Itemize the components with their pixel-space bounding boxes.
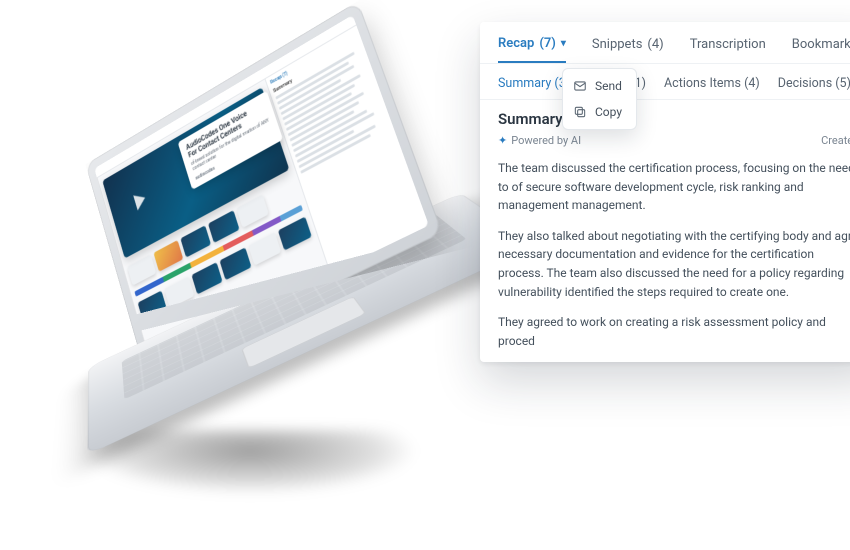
menu-send[interactable]: Send — [563, 73, 636, 99]
copy-icon — [573, 105, 587, 119]
play-icon[interactable] — [133, 190, 147, 210]
summary-paragraph: The team discussed the certification pro… — [498, 159, 850, 215]
subtab-action-items[interactable]: Actions Items (4) — [664, 76, 760, 99]
tab-snippets[interactable]: Snippets (4) — [592, 36, 664, 63]
primary-tabs: Recap (7) ▾ Snippets (4) Transcription B… — [480, 22, 850, 63]
tab-transcription[interactable]: Transcription — [690, 36, 766, 63]
sparkle-icon: ✦ — [498, 134, 507, 147]
subtab-summary[interactable]: Summary (3) — [498, 76, 570, 99]
chevron-down-icon: ▾ — [561, 38, 566, 49]
summary-paragraph: They also talked about negotiating with … — [498, 227, 850, 301]
summary-heading: Summary — [498, 110, 850, 128]
send-icon — [573, 79, 587, 93]
summary-paragraph: They agreed to work on creating a risk a… — [498, 313, 850, 350]
menu-copy[interactable]: Copy — [563, 99, 636, 125]
laptop: AudioCodes One VoiceFor Contact Centers … — [80, 60, 460, 440]
tab-recap[interactable]: Recap (7) ▾ — [498, 36, 566, 63]
summary-text: The team discussed the certification pro… — [498, 159, 850, 350]
context-menu: Send Copy — [562, 68, 637, 130]
subtab-decisions[interactable]: Decisions (5) — [778, 76, 850, 99]
powered-by-ai: ✦Powered by AI — [498, 134, 581, 147]
recap-panel: Recap (7) ▾ Snippets (4) Transcription B… — [480, 22, 850, 362]
recap-subtabs: Summary (3) Outline (1) Outline Actions … — [480, 64, 850, 99]
created-label: Created: — [821, 134, 850, 147]
tab-bookmarks[interactable]: Bookmarks — [792, 36, 850, 63]
